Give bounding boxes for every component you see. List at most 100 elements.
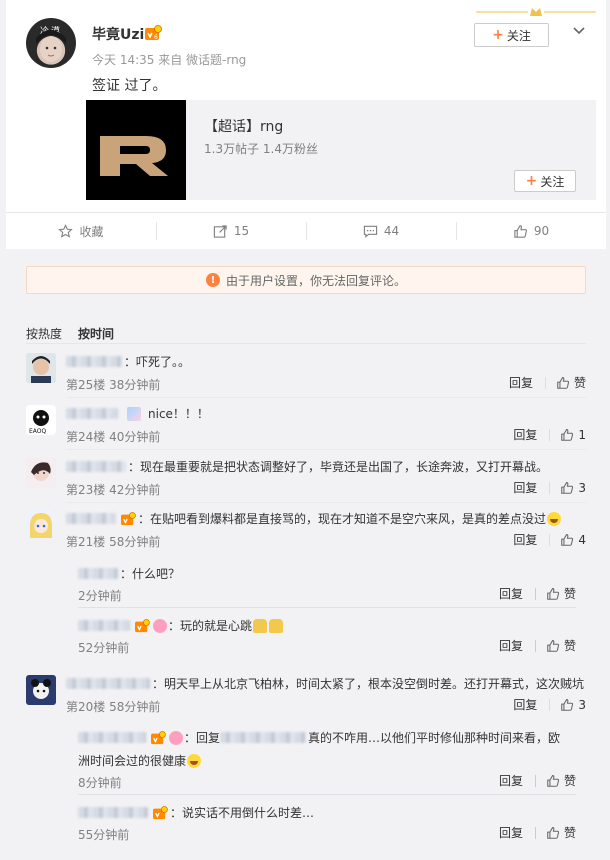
blurred-username[interactable] — [78, 807, 148, 818]
chevron-down-icon[interactable] — [572, 24, 586, 38]
avatar-graphic: EAOQ — [26, 405, 56, 435]
comment-like-button[interactable]: 4 — [560, 533, 586, 547]
divider — [78, 794, 576, 795]
comment-floor: 第25楼 38分钟前 — [66, 378, 161, 392]
topic-name[interactable]: 【超话】rng — [204, 116, 283, 136]
reply-button[interactable]: 回复 — [499, 772, 523, 789]
sub-reply-ops: 回复 赞 — [499, 637, 576, 654]
reply-button[interactable]: 回复 — [509, 374, 533, 391]
svg-text:EAOQ: EAOQ — [29, 428, 47, 435]
blurred-username[interactable] — [66, 408, 118, 419]
blurred-username[interactable] — [78, 732, 146, 743]
vip-badge-icon — [121, 511, 136, 525]
comment-line: ：nice！！！ — [66, 405, 586, 422]
topic-card[interactable]: 【超话】rng 1.3万帖子 1.4万粉丝 + 关注 — [86, 100, 596, 200]
sub-reply-ops: 回复 赞 — [499, 772, 576, 789]
sub-like-button[interactable]: 赞 — [546, 637, 576, 654]
thumb-up-icon — [547, 639, 560, 652]
sub-reply-time: 8分钟前 — [78, 776, 122, 790]
sub-reply-time: 55分钟前 — [78, 828, 130, 842]
sub-reply-line: ：玩的就是心跳 — [78, 617, 576, 634]
separator — [549, 698, 551, 711]
blurred-username[interactable] — [66, 461, 126, 472]
thumb-up-icon — [561, 428, 574, 441]
comment-item: EAOQ ：nice！！！ 第24楼 40分钟前 回复 1 — [26, 405, 586, 451]
blurred-mention[interactable] — [220, 732, 307, 743]
comment-line: ：吓死了。。 — [66, 353, 586, 370]
comment-ops: 回复 4 — [513, 531, 586, 548]
sub-like-button[interactable]: 赞 — [546, 824, 576, 841]
commenter-avatar[interactable] — [26, 353, 56, 383]
repost-button[interactable]: 15 — [156, 213, 306, 249]
blurred-username[interactable] — [78, 620, 130, 631]
reply-button[interactable]: 回复 — [513, 479, 537, 496]
thumb-up-icon — [547, 826, 560, 839]
comment-like-button[interactable]: 3 — [560, 698, 586, 712]
vip-badge-icon — [135, 618, 150, 632]
topic-stats: 1.3万帖子 1.4万粉丝 — [204, 142, 318, 156]
comment-like-count: 3 — [578, 480, 586, 495]
separator — [534, 639, 536, 652]
separator — [534, 826, 536, 839]
divider — [66, 449, 586, 450]
reply-button[interactable]: 回复 — [499, 637, 523, 654]
svg-text:6: 6 — [154, 34, 158, 41]
thumb-up-icon — [561, 481, 574, 494]
separator — [549, 533, 551, 546]
like-button[interactable]: 90 — [456, 213, 606, 249]
sub-like-button[interactable]: 赞 — [546, 585, 576, 602]
sub-like-label: 赞 — [563, 774, 576, 788]
sub-reply: ：回复 真的不咋用…以他们平时修仙那种时间来看，欧 洲时间会过的很健康 8分钟前… — [78, 729, 576, 793]
reply-button[interactable]: 回复 — [513, 531, 537, 548]
star-icon — [58, 223, 74, 238]
blurred-username[interactable] — [66, 678, 150, 689]
sort-by-time[interactable]: 按时间 — [78, 325, 114, 342]
reply-button[interactable]: 回复 — [499, 824, 523, 841]
comment-like-button[interactable]: 赞 — [556, 374, 586, 391]
comment-text: ：在贴吧看到爆料都是直接骂的，现在才知道不是空穴来风，是真的差点没过 — [138, 512, 547, 526]
sub-like-label: 赞 — [563, 639, 576, 653]
reply-button[interactable]: 回复 — [499, 585, 523, 602]
comment-like-button[interactable]: 1 — [560, 428, 586, 442]
follow-button[interactable]: + 关注 — [474, 23, 549, 47]
sub-like-button[interactable]: 赞 — [546, 772, 576, 789]
user-avatar[interactable]: 冷漠 — [26, 18, 76, 68]
comment-text: ：现在最重要就是把状态调整好了，毕竟还是出国了，长途奔波，又打开幕战。 — [128, 460, 549, 474]
thumb-up-icon — [561, 533, 574, 546]
post: 冷漠 毕竟Uzi 6 今天 14:35 来自 微话题-rng 签证 过了。 + … — [6, 0, 606, 212]
commenter-avatar[interactable]: EAOQ — [26, 405, 56, 435]
rng-logo — [86, 100, 186, 200]
reply-button[interactable]: 回复 — [513, 426, 537, 443]
blurred-username[interactable] — [66, 356, 122, 367]
post-username[interactable]: 毕竟Uzi — [92, 24, 144, 44]
blurred-username[interactable] — [66, 513, 116, 524]
commenter-avatar[interactable] — [26, 510, 56, 540]
comment-floor: 第24楼 40分钟前 — [66, 430, 161, 444]
avatar-graphic — [26, 458, 56, 488]
comment-item: ：在贴吧看到爆料都是直接骂的，现在才知道不是空穴来风，是真的差点没过 第21楼 … — [26, 510, 586, 556]
commenter-avatar[interactable] — [26, 458, 56, 488]
comment-line: ：现在最重要就是把状态调整好了，毕竟还是出国了，长途奔波，又打开幕战。 — [66, 458, 586, 475]
sub-reply-text: ：说实话不用倒什么时差… — [170, 806, 315, 820]
comment-item: ：吓死了。。 第25楼 38分钟前 回复 赞 — [26, 353, 586, 399]
comment-icon — [363, 225, 378, 238]
commenter-avatar[interactable] — [26, 675, 56, 705]
blurred-username[interactable] — [78, 568, 118, 579]
favorite-button[interactable]: 收藏 — [6, 213, 156, 249]
card-emoji-icon — [127, 406, 141, 421]
topic-follow-button[interactable]: + 关注 — [514, 170, 576, 192]
notice-text: 由于用户设置，你无法回复评论。 — [225, 273, 406, 288]
sort-by-hot[interactable]: 按热度 — [26, 325, 62, 342]
reply-button[interactable]: 回复 — [513, 696, 537, 713]
sub-reply-text-a: ：回复 — [184, 731, 221, 745]
like-count: 90 — [533, 224, 550, 238]
thumb-up-icon — [561, 698, 574, 711]
post-text: 签证 过了。 — [92, 78, 167, 94]
comment-like-count: 4 — [578, 532, 586, 547]
thumb-up-icon — [514, 224, 527, 238]
repost-icon — [213, 224, 227, 238]
comment-like-button[interactable]: 3 — [560, 481, 586, 495]
plus-icon: + — [492, 27, 504, 43]
comment-count: 44 — [383, 224, 400, 238]
comment-button[interactable]: 44 — [306, 213, 456, 249]
